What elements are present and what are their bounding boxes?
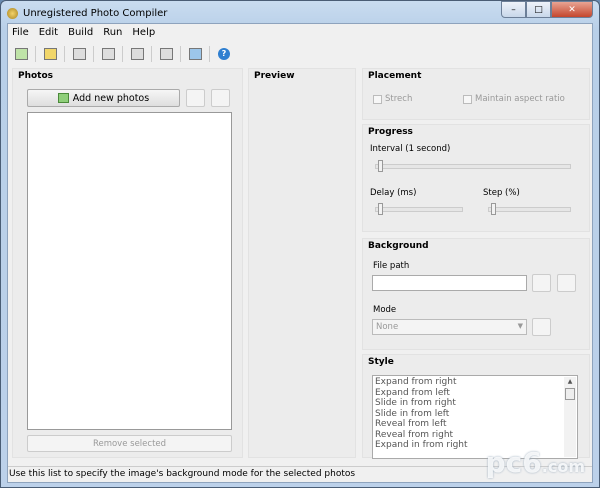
build-tool-button[interactable] (97, 44, 119, 64)
list-item[interactable]: Slide in from left (373, 409, 577, 420)
list-item[interactable]: Reveal from right (373, 430, 577, 441)
file-path-label: File path (373, 261, 410, 271)
interval-label: Interval (1 second) (370, 144, 451, 154)
list-item[interactable]: Expand from left (373, 388, 577, 399)
export-icon (159, 48, 173, 60)
app-icon (7, 7, 18, 19)
list-item[interactable]: Expand from right (373, 377, 577, 388)
stretch-checkbox[interactable]: Strech (373, 94, 412, 104)
build-all-tool-button[interactable] (126, 44, 148, 64)
folder-icon (43, 48, 57, 60)
move-up-button[interactable] (186, 89, 205, 107)
browse-button[interactable] (532, 274, 551, 292)
photos-list[interactable] (27, 112, 232, 430)
step-label: Step (%) (483, 188, 520, 198)
chevron-down-icon: ▼ (517, 322, 523, 330)
list-item[interactable]: Reveal from left (373, 419, 577, 430)
add-label: Add new photos (72, 92, 150, 104)
title-bar: Unregistered Photo Compiler (7, 5, 167, 21)
export-tool-button[interactable] (155, 44, 177, 64)
help-icon: ? (218, 48, 230, 60)
delay-label: Delay (ms) (370, 188, 417, 198)
preview-tool-button[interactable] (184, 44, 206, 64)
menu-build[interactable]: Build (68, 27, 93, 38)
add-photo-icon (57, 93, 69, 103)
add-photo-tool-button[interactable] (10, 44, 32, 64)
add-new-photos-button[interactable]: Add new photos (27, 89, 180, 107)
open-tool-button[interactable] (39, 44, 61, 64)
page-icon (101, 48, 115, 60)
mode-select[interactable]: None ▼ (372, 319, 527, 335)
move-down-button[interactable] (211, 89, 230, 107)
list-item[interactable]: Slide in from right (373, 398, 577, 409)
preview-panel: Preview (248, 68, 356, 458)
help-tool-button[interactable]: ? (213, 44, 235, 64)
step-slider[interactable] (488, 203, 571, 215)
close-button[interactable]: ✕ (551, 1, 593, 18)
monitor-icon (188, 48, 202, 60)
add-photo-icon (14, 48, 28, 60)
menu-bar: File Edit Build Run Help (12, 27, 155, 38)
menu-run[interactable]: Run (103, 27, 122, 38)
maximize-button[interactable]: □ (526, 1, 551, 18)
interval-slider[interactable] (375, 160, 571, 172)
preview-heading: Preview (254, 71, 295, 81)
progress-heading: Progress (368, 127, 413, 137)
pages-icon (130, 48, 144, 60)
clear-button[interactable] (557, 274, 576, 292)
photos-heading: Photos (18, 71, 54, 81)
maintain-aspect-checkbox[interactable]: Maintain aspect ratio (463, 94, 565, 104)
style-panel: Style Expand from right Expand from left… (362, 354, 590, 459)
minimize-button[interactable]: – (501, 1, 526, 18)
save-tool-button[interactable] (68, 44, 90, 64)
delay-slider[interactable] (375, 203, 463, 215)
toolbar: ? (10, 44, 235, 64)
app-window: Unregistered Photo Compiler – □ ✕ File E… (0, 0, 600, 488)
watermark-logo: pc6.com (485, 446, 585, 479)
style-scrollbar[interactable]: ▲ (564, 377, 576, 457)
style-heading: Style (368, 357, 394, 367)
file-path-input[interactable] (372, 275, 527, 291)
background-heading: Background (368, 241, 429, 251)
menu-file[interactable]: File (12, 27, 29, 38)
save-icon (72, 48, 86, 60)
background-panel: Background File path Mode None ▼ (362, 238, 590, 350)
mode-label: Mode (373, 305, 397, 315)
menu-help[interactable]: Help (132, 27, 155, 38)
placement-panel: Placement Strech Maintain aspect ratio (362, 68, 590, 120)
placement-heading: Placement (368, 71, 422, 81)
window-title: Unregistered Photo Compiler (23, 7, 168, 19)
remove-selected-button[interactable]: Remove selected (27, 435, 232, 452)
mode-apply-button[interactable] (532, 318, 551, 336)
menu-edit[interactable]: Edit (39, 27, 58, 38)
photos-panel: Photos Add new photos Remove selected (12, 68, 243, 458)
progress-panel: Progress Interval (1 second) Delay (ms) … (362, 124, 590, 232)
